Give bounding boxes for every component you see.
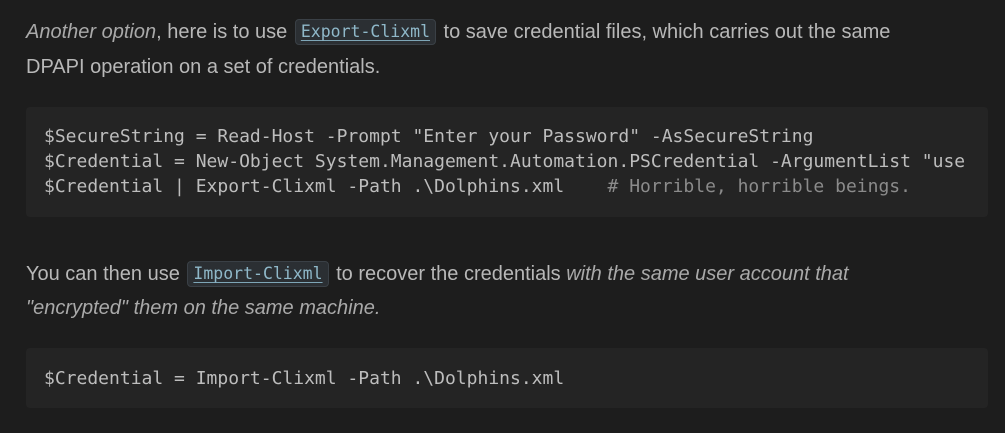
document-page: Another option, here is to use Export-Cl… <box>0 0 1005 433</box>
emphasis-text: with the same user account that <box>566 263 849 285</box>
inline-code-link-import-clixml[interactable]: Import-Clixml <box>187 261 329 287</box>
paragraph-line: "encrypted" them on the same machine. <box>26 291 380 325</box>
code-line: $Credential | Export-Clixml -Path .\Dolp… <box>44 174 911 199</box>
paragraph-text: , here is to use <box>156 21 293 43</box>
code-line: $Credential = New-Object System.Manageme… <box>44 151 966 172</box>
code-comment: # Horrible, horrible beings. <box>607 176 911 197</box>
paragraph-text: to recover the credentials <box>330 263 567 285</box>
code-line: $SecureString = Read-Host -Prompt "Enter… <box>44 126 814 147</box>
paragraph-text: You can then use <box>26 263 186 285</box>
code-line: $Credential = Import-Clixml -Path .\Dolp… <box>44 368 565 389</box>
inline-code-link-export-clixml[interactable]: Export-Clixml <box>294 19 436 45</box>
emphasis-text: "encrypted" them on the same machine. <box>26 297 381 319</box>
paragraph-text: to save credential files, which carries … <box>438 21 891 43</box>
paragraph-line: Another option, here is to use Export-Cl… <box>26 15 890 49</box>
code-block[interactable]: $SecureString = Read-Host -Prompt "Enter… <box>26 107 988 217</box>
emphasis-text: Another option <box>26 21 157 43</box>
paragraph-line: You can then use Import-Clixml to recove… <box>26 257 849 291</box>
code-text: $Credential | Export-Clixml -Path .\Dolp… <box>44 176 608 197</box>
paragraph-text: DPAPI operation on a set of credentials. <box>26 56 381 78</box>
code-block[interactable]: $Credential = Import-Clixml -Path .\Dolp… <box>26 348 988 408</box>
paragraph-line: DPAPI operation on a set of credentials. <box>26 50 380 84</box>
